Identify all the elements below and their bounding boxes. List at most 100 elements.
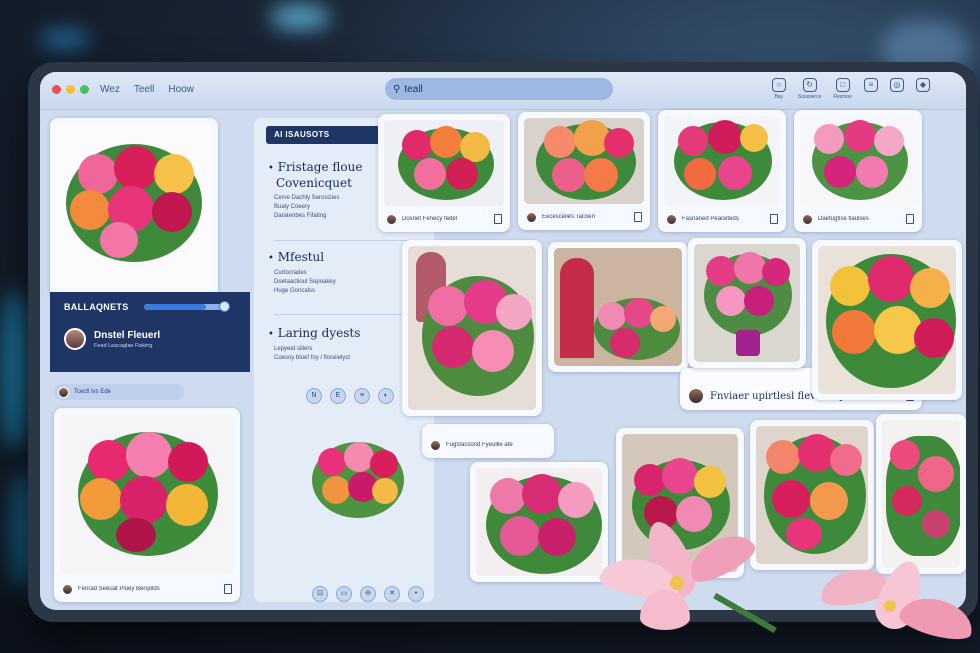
avatar [688, 388, 704, 404]
section-title-line-2: Covenicquet [276, 176, 352, 190]
list-item: Curtocrades [274, 270, 307, 276]
section-tag[interactable]: AI ISAUSOTS [266, 126, 388, 144]
avatar [526, 211, 537, 223]
search-input[interactable]: ⚲ teall [385, 78, 613, 100]
frame-icon[interactable]: ⊡ [312, 586, 328, 602]
close-dot[interactable] [52, 85, 61, 94]
list-item: Lepyeet siliers [274, 346, 313, 352]
bouquet-photo [882, 420, 960, 568]
tablet-device: Wez Teell Hoow ⚲ teall ○ Bay ↻ Sousserce □… [28, 62, 978, 622]
tool-chat[interactable]: □ Resmoe [833, 78, 852, 100]
tool-label: Resmoe [833, 94, 852, 100]
grid-card[interactable]: Fasnaned Peaceteds [658, 110, 786, 232]
profile-pill[interactable]: Tcectl Ivs Ede [54, 384, 184, 400]
bookmark-icon[interactable] [770, 214, 778, 224]
list-item: Coesoy bluef foy / floceielyst [274, 355, 351, 361]
section-2: • Mfestul Curtocrades Doetaactioul Sopoa… [268, 250, 336, 294]
nav-item-1[interactable]: Wez [100, 84, 120, 95]
bouquet-photo [818, 246, 956, 394]
tool-globe[interactable]: ◎ [890, 78, 904, 100]
avatar [386, 213, 397, 225]
doc-icon: ≡ [864, 78, 878, 92]
slider-fill [144, 304, 206, 310]
avatar [802, 213, 813, 225]
grid-card[interactable] [548, 242, 688, 372]
tool-tag[interactable]: ◆ [916, 78, 930, 100]
collection-banner: BALLAQNETS Dnstel Fleuerl Fead Leacaglae… [50, 292, 250, 372]
app-window: Wez Teell Hoow ⚲ teall ○ Bay ↻ Sousserce □… [40, 72, 966, 610]
slider-knob[interactable] [219, 301, 230, 312]
nav-item-2[interactable]: Teell [134, 84, 155, 95]
bookmark-icon[interactable] [634, 212, 642, 222]
search-icon: ⚲ [393, 83, 401, 95]
grid-card-caption[interactable]: Fugsfacsond Fyeullle afe [422, 424, 554, 458]
globe-icon: ◎ [890, 78, 904, 92]
bouquet-photo [694, 244, 800, 362]
tool-bulb[interactable]: ○ Bay [771, 78, 786, 100]
window-controls [52, 85, 89, 94]
grid-card[interactable]: Dosnet Fenecy fedel [378, 114, 510, 232]
bouquet-photo [554, 248, 682, 366]
section-title: Mfestul [277, 250, 325, 264]
bouquet-photo [476, 468, 602, 576]
pill-text: Tcectl Ivs Ede [74, 389, 112, 395]
avatar [64, 328, 86, 350]
chat-icon: □ [835, 78, 850, 92]
maximize-dot[interactable] [80, 85, 89, 94]
nav-item-3[interactable]: Hoow [168, 84, 194, 95]
avatar [58, 386, 69, 398]
image-icon[interactable]: ▭ [336, 586, 352, 602]
minus-icon[interactable]: ⊖ [360, 586, 376, 602]
minimize-dot[interactable] [66, 85, 75, 94]
caption-text: Eecesceiles Tacoen [542, 214, 595, 220]
list-item: Huge Goncalss [274, 288, 316, 294]
card-caption: Eecesceiles Tacoen [526, 209, 642, 225]
caption-text: Fenrad Seeuat Pluey Berqolds [78, 586, 160, 592]
grid-card[interactable] [688, 238, 806, 368]
section-3: • Laring dyests Lepyeet siliers Coesoy b… [268, 326, 361, 361]
featured-bouquet-card[interactable] [50, 118, 218, 294]
caption-text: Fasnaned Peaceteds [682, 216, 739, 222]
grid-card[interactable] [876, 414, 966, 574]
grid-card[interactable] [402, 240, 542, 416]
user-subtitle: Fead Leacaglae Fisking [94, 343, 153, 349]
caption-text: Fugsfacsond Fyeullle afe [446, 442, 513, 448]
edit-icon[interactable]: E [330, 388, 346, 404]
section-title: Fristage floue [277, 160, 363, 174]
top-bar: Wez Teell Hoow ⚲ teall ○ Bay ↻ Sousserce □… [40, 72, 966, 110]
bookmark-icon[interactable] [224, 584, 232, 594]
avatar [62, 583, 73, 595]
top-nav: Wez Teell Hoow [100, 84, 194, 95]
list-icon[interactable]: ≡ [354, 388, 370, 404]
tool-share[interactable]: ↻ Sousserce [797, 78, 822, 100]
note-icon[interactable]: N [306, 388, 322, 404]
bouquet-photo [56, 124, 212, 288]
grid-card[interactable] [812, 240, 962, 400]
list-item: Bualy Coeery [274, 204, 311, 210]
bulb-icon: ○ [771, 78, 786, 92]
avatar [430, 439, 441, 451]
collection-slider[interactable] [144, 301, 230, 312]
bouquet-card[interactable]: Fenrad Seeuat Pluey Berqolds [54, 408, 240, 602]
tool-doc[interactable]: ≡ [864, 78, 878, 100]
grid-card[interactable]: Daetugfise fiaulses [794, 110, 922, 232]
share-icon: ↻ [802, 78, 817, 92]
bookmark-icon[interactable] [494, 214, 502, 224]
grid-card[interactable]: Eecesceiles Tacoen [518, 112, 650, 230]
lily-flower [780, 555, 980, 653]
lily-flower [590, 515, 790, 653]
grid-card[interactable] [470, 462, 608, 582]
card-caption: Daetugfise fiaulses [802, 211, 914, 227]
list-item: Cerve Dachly Serosizies [274, 195, 340, 201]
list-item: Daratenbes Fifating [274, 213, 327, 219]
avatar [666, 213, 677, 225]
card-caption: Dosnet Fenecy fedel [386, 211, 502, 227]
bouquet-photo [524, 118, 644, 204]
card-caption: Fenrad Seeuat Pluey Berqolds [62, 581, 232, 597]
bouquet-photo [60, 414, 234, 574]
bookmark-icon[interactable] [906, 214, 914, 224]
tool-label: Sousserce [797, 94, 822, 100]
user-name: Dnstel Fleuerl [94, 330, 161, 341]
left-column: BALLAQNETS Dnstel Fleuerl Fead Leacaglae… [50, 118, 250, 602]
caption-text: Dosnet Fenecy fedel [402, 216, 458, 222]
